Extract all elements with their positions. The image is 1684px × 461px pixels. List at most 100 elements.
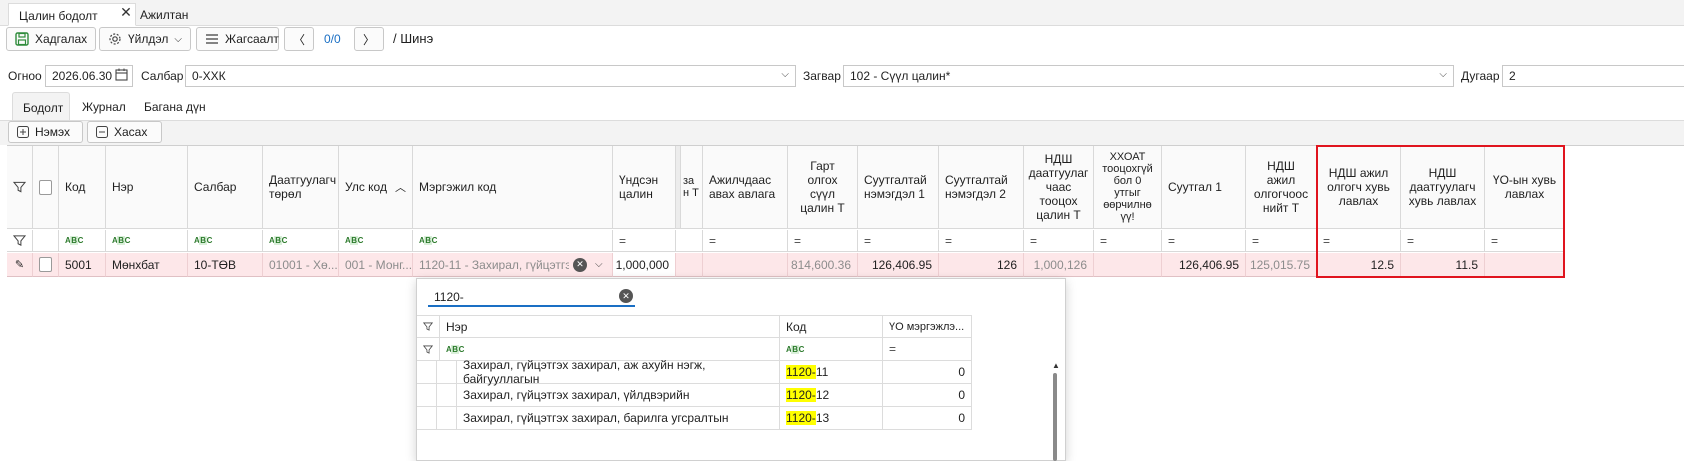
subtab-calc-label: Бодолт: [23, 101, 64, 115]
cell-base-salary[interactable]: 1,000,000: [613, 253, 676, 277]
scrollbar-thumb[interactable]: [1053, 373, 1057, 461]
prev-button[interactable]: 〈: [284, 27, 314, 51]
cell-social-add2[interactable]: 126: [939, 253, 1024, 277]
subtab-column-totals[interactable]: Багана дүн: [134, 92, 216, 120]
popup-row-code[interactable]: 1120- 13: [780, 407, 883, 430]
cell-employee-receivable[interactable]: [703, 253, 788, 277]
filter-toggle[interactable]: [7, 146, 33, 229]
cell-country[interactable]: 001 - Монг...: [339, 253, 413, 277]
popup-filter-yo[interactable]: =: [883, 338, 972, 361]
number-field[interactable]: 2: [1502, 65, 1684, 87]
next-button[interactable]: 〉: [354, 27, 384, 51]
filter-base-salary[interactable]: =: [613, 230, 676, 252]
filter-payer-type[interactable]: ABC: [263, 230, 339, 252]
filter-pit-zero[interactable]: =: [1094, 230, 1162, 252]
select-all-checkbox-cell[interactable]: [33, 146, 59, 229]
popup-scrollbar[interactable]: ▲: [1050, 361, 1060, 461]
filter-country[interactable]: ABC: [339, 230, 413, 252]
add-row-button[interactable]: Нэмэх: [8, 121, 83, 143]
col-social-add1[interactable]: Суутгалтай нэмэгдэл 1: [858, 146, 939, 229]
filter-social-add2[interactable]: =: [939, 230, 1024, 252]
row-edit-indicator: ✎: [7, 253, 33, 277]
filter-employee-receivable[interactable]: =: [703, 230, 788, 252]
col-name[interactable]: Нэр: [106, 146, 188, 229]
cell-social-add1[interactable]: 126,406.95: [858, 253, 939, 277]
filter-code[interactable]: ABC: [59, 230, 106, 252]
filter-icon: [13, 181, 26, 193]
cell-take-home[interactable]: 814,600.36: [788, 253, 858, 277]
popup-filter-toggle[interactable]: [417, 315, 440, 338]
equals-icon: =: [1168, 233, 1176, 248]
col-vat-exceed[interactable]: НДШ даатгуулаг чаас тооцох цалин Т: [1024, 146, 1094, 229]
popup-search-input[interactable]: 1120- ✕: [428, 287, 635, 307]
filter-row-icon[interactable]: [7, 230, 33, 252]
filter-social-add1[interactable]: =: [858, 230, 939, 252]
select-all-checkbox[interactable]: [39, 179, 52, 195]
cell-vat-exceed[interactable]: 1,000,126: [1024, 253, 1094, 277]
popup-row-name[interactable]: Захирал, гүйцэтгэх захирал, аж ахуйн нэг…: [457, 358, 780, 386]
popup-col-name[interactable]: Нэр: [440, 315, 780, 338]
col-profession[interactable]: Мэргэжил код: [413, 146, 613, 229]
cell-name[interactable]: Мөнхбат: [106, 253, 188, 277]
col-payer-type[interactable]: Даатгуулагч төрөл: [263, 146, 339, 229]
filter-name[interactable]: ABC: [106, 230, 188, 252]
popup-row-yo[interactable]: 0: [883, 384, 972, 407]
col-deduction1[interactable]: Суутгал 1: [1162, 146, 1246, 229]
cell-deduction1[interactable]: 126,406.95: [1162, 253, 1246, 277]
filter-branch[interactable]: ABC: [188, 230, 263, 252]
cell-partial[interactable]: [676, 253, 703, 277]
cell-code[interactable]: 5001: [59, 253, 106, 277]
row-checkbox-cell[interactable]: [33, 253, 59, 277]
popup-row-name[interactable]: Захирал, гүйцэтгэх захирал, барилга угср…: [457, 407, 780, 430]
col-pit-zero[interactable]: ХХОАТ тооцохгүй бол 0 утгыг өөрчилнө үү!: [1094, 146, 1162, 229]
cell-payer-type[interactable]: 01001 - Хө...: [263, 253, 339, 277]
col-employer-total[interactable]: НДШ ажил олгогчоос нийт Т: [1246, 146, 1317, 229]
col-base-salary[interactable]: Үндсэн цалин: [613, 146, 676, 229]
clear-icon[interactable]: ✕: [573, 257, 587, 272]
popup-row-code[interactable]: 1120- 11: [780, 361, 883, 384]
tab-payroll[interactable]: Цалин бодолт: [8, 3, 136, 26]
chevron-down-icon[interactable]: ⌵: [595, 259, 603, 270]
popup-col-yo[interactable]: ҮО мэргэжлэ...: [883, 315, 972, 338]
popup-col-code[interactable]: Код: [780, 315, 883, 338]
col-partial[interactable]: за н Т: [681, 146, 703, 229]
popup-row-code[interactable]: 1120- 12: [780, 384, 883, 407]
filter-vat-exceed[interactable]: =: [1024, 230, 1094, 252]
save-button[interactable]: Хадгалах: [6, 27, 96, 51]
filter-partial[interactable]: [676, 230, 703, 252]
calendar-icon[interactable]: [115, 68, 128, 84]
action-menu-button[interactable]: Үйлдэл ⌵: [99, 27, 191, 51]
col-code[interactable]: Код: [59, 146, 106, 229]
row-checkbox[interactable]: [39, 257, 52, 272]
col-country[interactable]: Улс код ︿: [339, 146, 413, 229]
filter-deduction1[interactable]: =: [1162, 230, 1246, 252]
scroll-up-icon[interactable]: ▲: [1052, 361, 1060, 370]
remove-row-button[interactable]: Хасах: [87, 121, 162, 143]
clear-search-icon[interactable]: ✕: [619, 289, 633, 303]
popup-row-yo[interactable]: 0: [883, 407, 972, 430]
cell-branch[interactable]: 10-ТӨВ: [188, 253, 263, 277]
filter-icon: [423, 322, 433, 331]
branch-select[interactable]: 0-ХХК ⌵: [185, 65, 796, 87]
filter-take-home[interactable]: =: [788, 230, 858, 252]
cell-profession-editor[interactable]: 1120-11 - Захирал, гүйцэтгэ... ✕ ⌵: [413, 253, 613, 277]
subtab-calc[interactable]: Бодолт: [12, 92, 70, 120]
filter-employer-total[interactable]: =: [1246, 230, 1317, 252]
col-take-home[interactable]: Гарт олгох сүүл цалин Т: [788, 146, 858, 229]
template-select[interactable]: 102 - Сүүл цалин* ⌵: [843, 65, 1454, 87]
cell-pit-zero[interactable]: [1094, 253, 1162, 277]
date-field[interactable]: 2026.06.30: [45, 65, 133, 87]
tab-employee[interactable]: Ажилтан: [130, 3, 198, 26]
col-country-label: Улс код: [345, 180, 387, 194]
col-social-add2[interactable]: Суутгалтай нэмэгдэл 2: [939, 146, 1024, 229]
popup-filter-row-icon[interactable]: [417, 338, 440, 361]
popup-filter-code[interactable]: ABC: [780, 338, 883, 361]
popup-row-name[interactable]: Захирал, гүйцэтгэх захирал, үйлдвэрийн: [457, 384, 780, 407]
cell-employer-total[interactable]: 125,015.75: [1246, 253, 1317, 277]
popup-row-yo[interactable]: 0: [883, 361, 972, 384]
col-branch[interactable]: Салбар: [188, 146, 263, 229]
list-button[interactable]: Жагсаалт: [196, 27, 279, 51]
col-employee-receivable[interactable]: Ажилчдаас авах авлага: [703, 146, 788, 229]
subtab-journal[interactable]: Журнал: [72, 92, 136, 120]
filter-profession[interactable]: ABC: [413, 230, 613, 252]
